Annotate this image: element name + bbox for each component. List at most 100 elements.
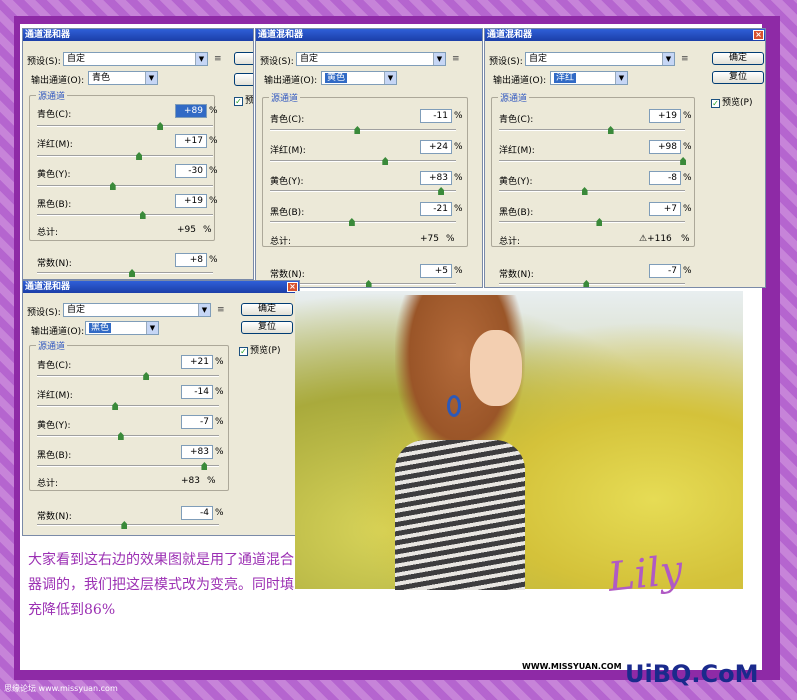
yellow-slider-track[interactable] (37, 435, 219, 437)
preview-checkbox-partial[interactable]: ✓ 预 (234, 93, 253, 106)
cyan-label: 青色(C): (37, 110, 72, 120)
cyan-slider-track[interactable] (37, 125, 213, 127)
yellow-slider-track[interactable] (270, 190, 456, 192)
dialog-title: 通道混和器 × (485, 29, 765, 41)
black-label: 黑色(B): (270, 208, 305, 218)
magenta-input[interactable]: +24 (420, 140, 452, 154)
black-input[interactable]: +7 (649, 202, 681, 216)
magenta-slider-track[interactable] (270, 160, 456, 162)
photo-subject-face (470, 330, 522, 406)
preview-checkbox[interactable]: ✓ 预览(P) (711, 95, 752, 108)
cyan-input[interactable]: +21 (181, 355, 213, 369)
black-slider-track[interactable] (37, 214, 213, 216)
constant-input[interactable]: +8 (175, 253, 207, 267)
total-value: +83 (181, 476, 200, 486)
channel-mixer-dialog-3: 通道混和器 × 预设(S): 自定 ▼ ≡ 输出通道(O): 洋红 ▼ 确定 复位 ✓… (484, 28, 766, 288)
yellow-input[interactable]: -7 (181, 415, 213, 429)
output-channel-select[interactable]: 洋红 ▼ (550, 71, 628, 85)
black-input[interactable]: +19 (175, 194, 207, 208)
chevron-down-icon: ▼ (433, 53, 445, 65)
constant-input[interactable]: -4 (181, 506, 213, 520)
ok-button[interactable]: 确定 (241, 303, 293, 316)
cyan-slider-track[interactable] (499, 129, 685, 131)
lily-signature: Lily (605, 547, 685, 601)
dialog-title: 通道混和器 × (23, 281, 299, 293)
black-label: 黑色(B): (499, 208, 534, 218)
chevron-down-icon: ▼ (195, 53, 207, 65)
cyan-label: 青色(C): (499, 115, 534, 125)
yellow-input[interactable]: -30 (175, 164, 207, 178)
preset-options-icon[interactable]: ≡ (452, 54, 460, 64)
cyan-slider-track[interactable] (37, 375, 219, 377)
photo-subject-shirt (395, 440, 525, 590)
cyan-label: 青色(C): (270, 115, 305, 125)
watermark-left: 思缘论坛 www.missyuan.com (4, 684, 118, 693)
output-channel-label: 输出通道(O): (31, 327, 85, 337)
constant-slider-track[interactable] (499, 283, 685, 285)
close-icon[interactable]: × (753, 30, 764, 40)
ok-button[interactable]: 确定 (712, 52, 764, 65)
cyan-input[interactable]: -11 (420, 109, 452, 123)
constant-slider-thumb[interactable] (129, 269, 136, 277)
reset-button-partial[interactable] (234, 73, 253, 86)
magenta-input[interactable]: -14 (181, 385, 213, 399)
black-slider-track[interactable] (499, 221, 685, 223)
preset-options-icon[interactable]: ≡ (217, 305, 225, 315)
chevron-down-icon: ▼ (146, 322, 158, 334)
yellow-slider-track[interactable] (37, 185, 213, 187)
preset-select[interactable]: 自定 ▼ (63, 52, 208, 66)
constant-input[interactable]: +5 (420, 264, 452, 278)
cyan-input[interactable]: +89 (175, 104, 207, 118)
constant-slider-thumb[interactable] (583, 280, 590, 287)
preset-label: 预设(S): (27, 308, 61, 318)
constant-input[interactable]: -7 (649, 264, 681, 278)
magenta-label: 洋红(M): (37, 391, 73, 401)
black-slider-track[interactable] (37, 465, 219, 467)
preset-label: 预设(S): (260, 57, 294, 67)
yellow-slider-track[interactable] (499, 190, 685, 192)
yellow-label: 黄色(Y): (499, 177, 533, 187)
magenta-slider-track[interactable] (37, 155, 213, 157)
black-slider-track[interactable] (270, 221, 456, 223)
output-channel-label: 输出通道(O): (264, 76, 318, 86)
total-value: +95 (177, 225, 196, 235)
black-input[interactable]: -21 (420, 202, 452, 216)
preset-select[interactable]: 自定 ▼ (296, 52, 446, 66)
magenta-input[interactable]: +98 (649, 140, 681, 154)
output-channel-select[interactable]: 黄色 ▼ (321, 71, 397, 85)
constant-slider-thumb[interactable] (121, 521, 128, 529)
black-input[interactable]: +83 (181, 445, 213, 459)
yellow-input[interactable]: +83 (420, 171, 452, 185)
cyan-input[interactable]: +19 (649, 109, 681, 123)
reset-button[interactable]: 复位 (712, 71, 764, 84)
yellow-label: 黄色(Y): (270, 177, 304, 187)
brand-logo: UiBQ.CoM (625, 660, 759, 688)
preset-select[interactable]: 自定 ▼ (525, 52, 675, 66)
preview-checkbox[interactable]: ✓ 预览(P) (239, 343, 280, 356)
magenta-input[interactable]: +17 (175, 134, 207, 148)
black-label: 黑色(B): (37, 451, 72, 461)
output-channel-select[interactable]: 青色 ▼ (88, 71, 158, 85)
black-label: 黑色(B): (37, 200, 72, 210)
tutorial-caption: 大家看到这右边的效果图就是用了通道混合器调的，我们把这层模式改为变亮。同时填充降… (28, 552, 294, 618)
output-channel-select[interactable]: 黑色 ▼ (85, 321, 159, 335)
constant-slider-thumb[interactable] (365, 280, 372, 287)
output-channel-label: 输出通道(O): (493, 76, 547, 86)
cyan-slider-track[interactable] (270, 129, 456, 131)
output-channel-label: 输出通道(O): (31, 76, 85, 86)
ok-button-partial[interactable] (234, 52, 253, 65)
reset-button[interactable]: 复位 (241, 321, 293, 334)
preset-options-icon[interactable]: ≡ (214, 54, 222, 64)
yellow-input[interactable]: -8 (649, 171, 681, 185)
preset-select[interactable]: 自定 ▼ (63, 303, 211, 317)
channel-mixer-dialog-4: 通道混和器 × 预设(S): 自定 ▼ ≡ 输出通道(O): 黑色 ▼ 确定 复位 ✓… (22, 280, 300, 536)
magenta-slider-track[interactable] (499, 160, 685, 162)
magenta-slider-track[interactable] (37, 405, 219, 407)
yellow-label: 黄色(Y): (37, 170, 71, 180)
chevron-down-icon: ▼ (198, 304, 210, 316)
watermark-right: WWW.MISSYUAN.COM (522, 662, 622, 671)
constant-slider-track[interactable] (37, 524, 219, 526)
preset-options-icon[interactable]: ≡ (681, 54, 689, 64)
constant-slider-track[interactable] (37, 272, 213, 274)
dialog-title: 通道混和器 (23, 29, 253, 41)
